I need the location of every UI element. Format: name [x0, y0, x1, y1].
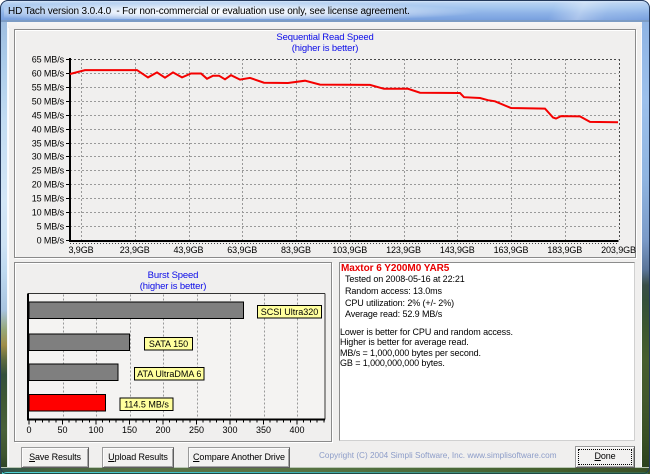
svg-text:114.5 MB/s: 114.5 MB/s: [124, 400, 169, 410]
svg-text:103,9GB: 103,9GB: [332, 245, 367, 255]
svg-text:5 MB/s: 5 MB/s: [37, 222, 65, 232]
svg-text:65 MB/s: 65 MB/s: [32, 55, 65, 65]
svg-text:55 MB/s: 55 MB/s: [32, 83, 65, 93]
svg-text:0: 0: [26, 425, 31, 435]
svg-text:3,9GB: 3,9GB: [68, 245, 93, 255]
svg-text:40 MB/s: 40 MB/s: [32, 125, 65, 135]
svg-text:30 MB/s: 30 MB/s: [32, 152, 65, 162]
svg-text:183,9GB: 183,9GB: [547, 245, 582, 255]
svg-text:350: 350: [256, 425, 271, 435]
svg-text:83,9GB: 83,9GB: [281, 245, 311, 255]
svg-text:10 MB/s: 10 MB/s: [32, 208, 65, 218]
svg-text:60 MB/s: 60 MB/s: [32, 69, 65, 79]
svg-text:203,9GB: 203,9GB: [601, 245, 636, 255]
svg-text:Burst Speed: Burst Speed: [148, 270, 199, 281]
svg-text:45 MB/s: 45 MB/s: [32, 111, 65, 121]
svg-text:35 MB/s: 35 MB/s: [32, 139, 65, 149]
svg-text:20 MB/s: 20 MB/s: [32, 180, 65, 190]
svg-text:50: 50: [57, 425, 67, 435]
svg-text:(higher is better): (higher is better): [292, 43, 358, 54]
svg-text:Sequential Read Speed: Sequential Read Speed: [276, 32, 373, 43]
svg-text:150: 150: [122, 425, 137, 435]
svg-text:43,9GB: 43,9GB: [174, 245, 204, 255]
svg-text:15 MB/s: 15 MB/s: [32, 194, 65, 204]
svg-text:(higher is better): (higher is better): [140, 281, 206, 292]
svg-text:200: 200: [155, 425, 170, 435]
svg-text:250: 250: [189, 425, 204, 435]
svg-text:23,9GB: 23,9GB: [120, 245, 150, 255]
svg-text:SATA 150: SATA 150: [149, 339, 188, 349]
svg-text:143,9GB: 143,9GB: [440, 245, 475, 255]
svg-text:100: 100: [88, 425, 103, 435]
svg-text:ATA UltraDMA 6: ATA UltraDMA 6: [137, 369, 201, 379]
svg-text:163,9GB: 163,9GB: [494, 245, 529, 255]
svg-text:25 MB/s: 25 MB/s: [32, 166, 65, 176]
svg-text:SCSI Ultra320: SCSI Ultra320: [261, 307, 319, 317]
svg-text:0 MB/s: 0 MB/s: [37, 236, 65, 246]
svg-text:123,9GB: 123,9GB: [386, 245, 421, 255]
svg-text:63,9GB: 63,9GB: [227, 245, 257, 255]
svg-text:400: 400: [289, 425, 304, 435]
svg-text:50 MB/s: 50 MB/s: [32, 97, 65, 107]
svg-text:300: 300: [222, 425, 237, 435]
